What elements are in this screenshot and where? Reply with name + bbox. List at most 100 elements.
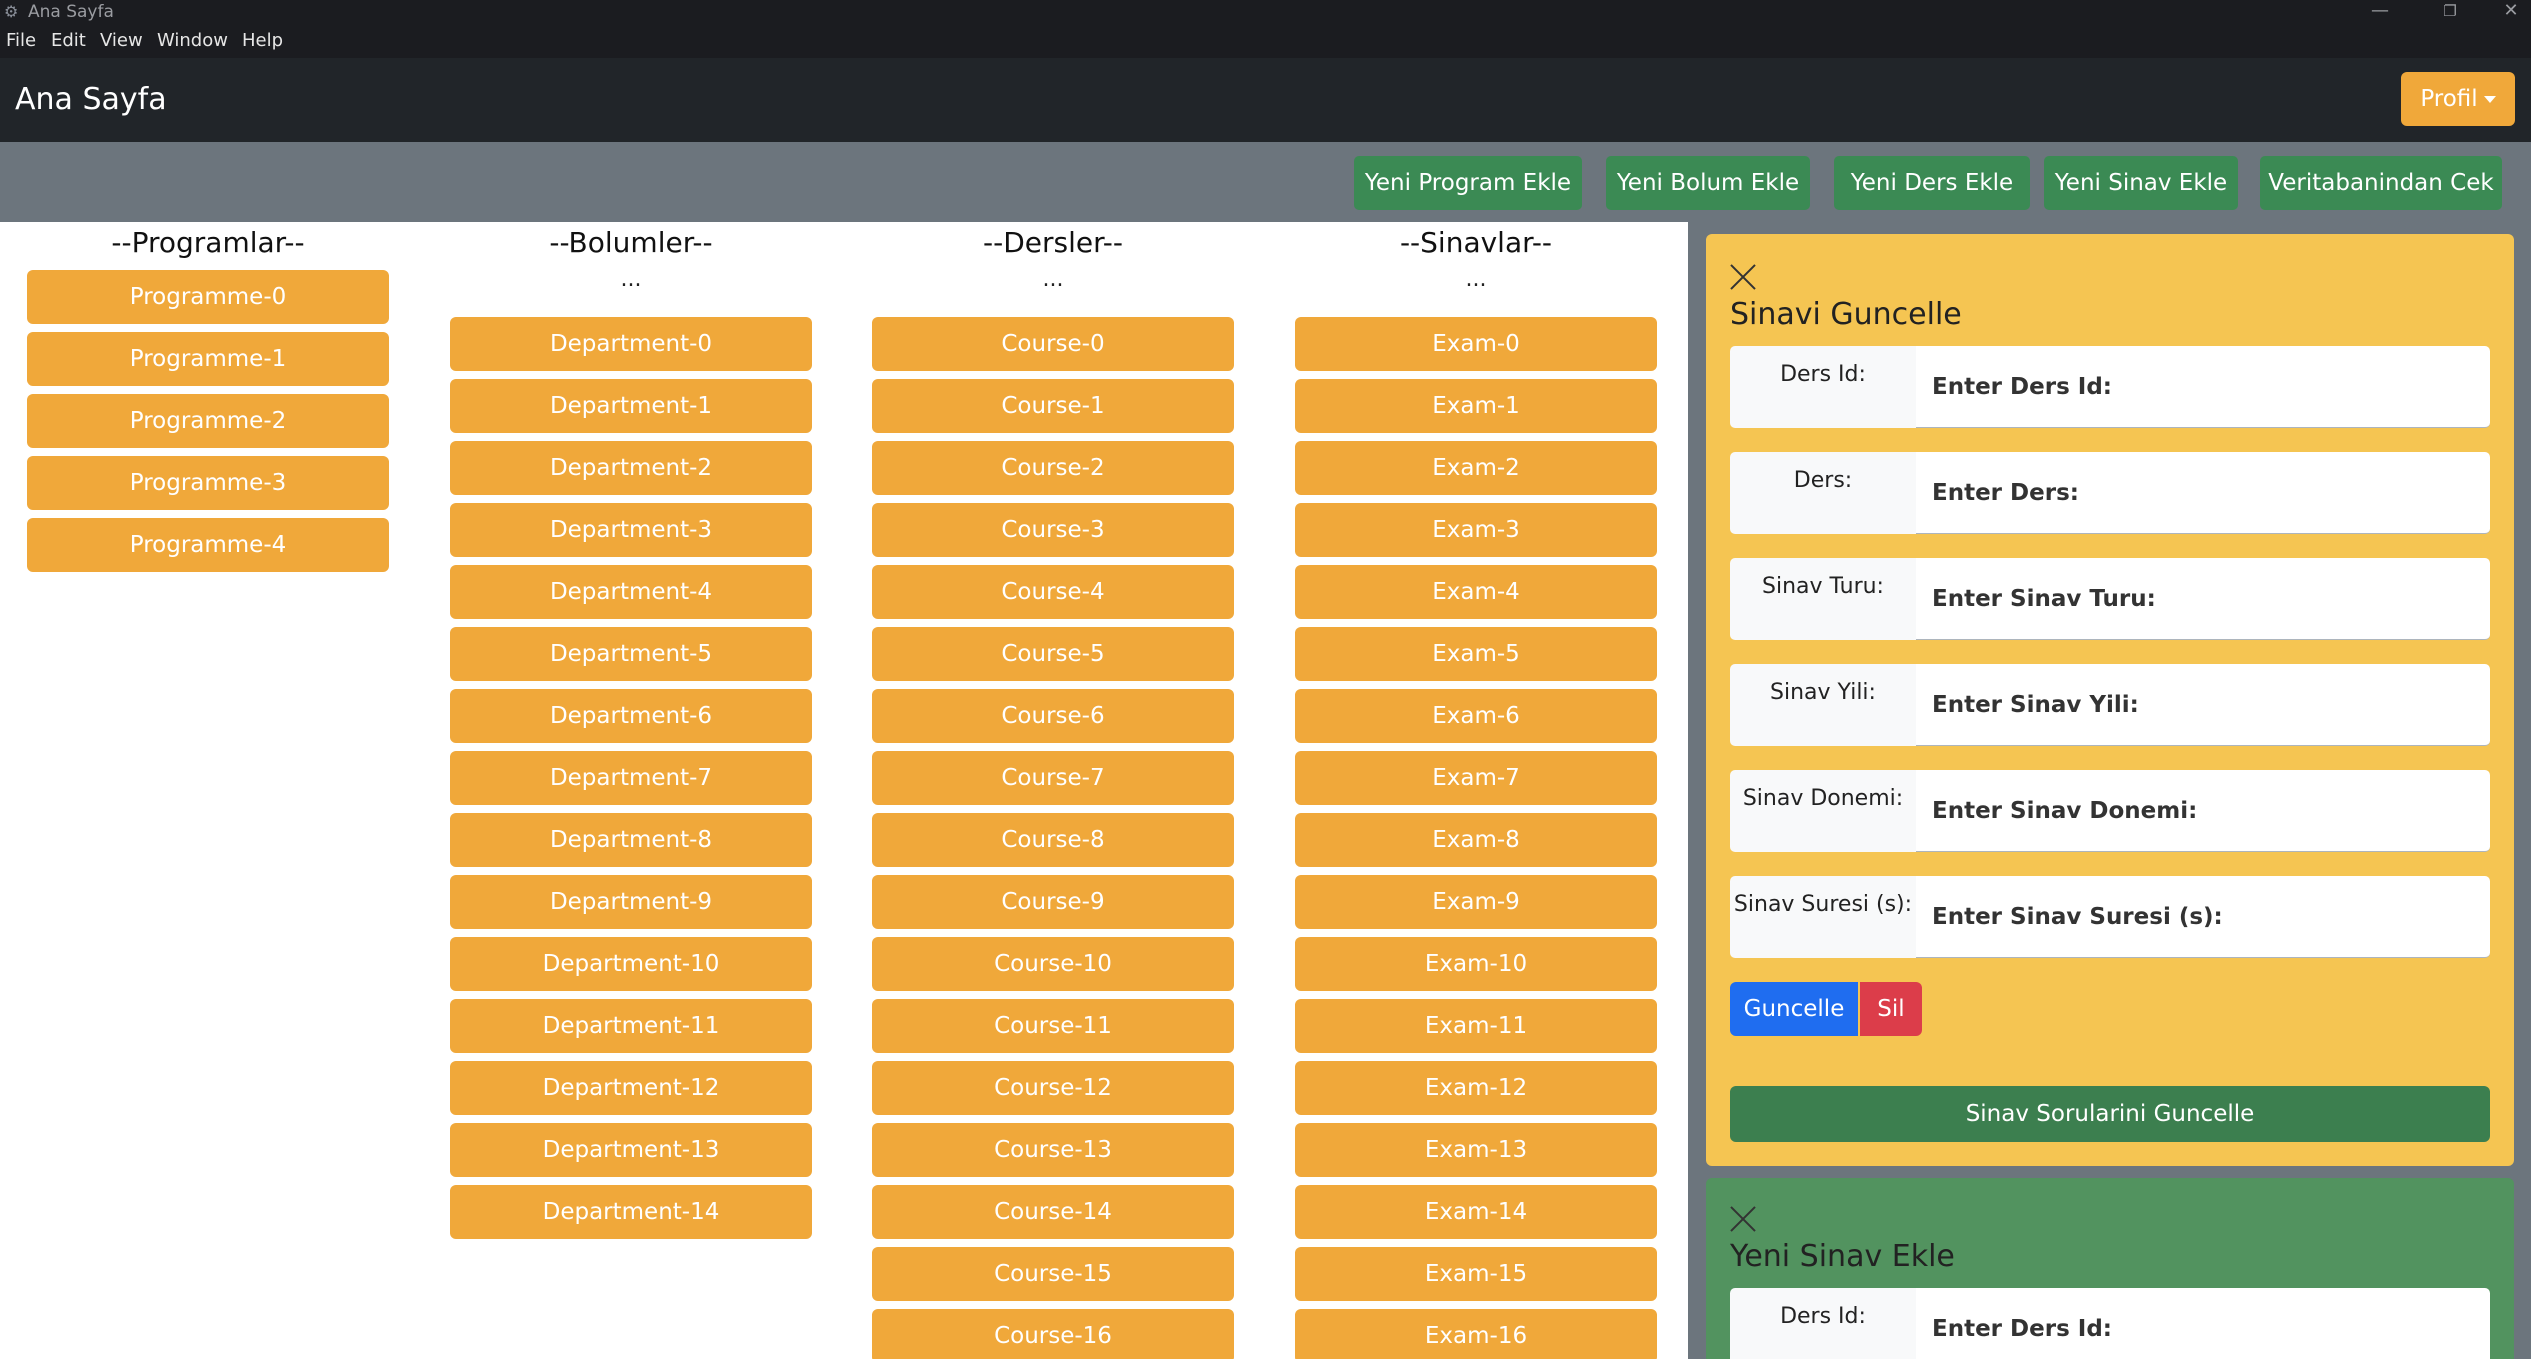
department-button[interactable]: Department-14 [450, 1185, 812, 1239]
department-button[interactable]: Department-0 [450, 317, 812, 371]
restore-button[interactable]: ❐ [2430, 0, 2470, 24]
close-icon[interactable] [1728, 1204, 1758, 1234]
exams-ellipsis: ... [1465, 267, 1487, 292]
exam-button[interactable]: Exam-16 [1295, 1309, 1657, 1359]
field-input[interactable] [1916, 664, 2490, 746]
close-icon[interactable] [1728, 262, 1758, 292]
exam-button[interactable]: Exam-7 [1295, 751, 1657, 805]
exams-column-title: --Sinavlar-- [1399, 226, 1553, 259]
course-button[interactable]: Course-3 [872, 503, 1234, 557]
exam-button[interactable]: Exam-10 [1295, 937, 1657, 991]
course-button[interactable]: Course-11 [872, 999, 1234, 1053]
course-button[interactable]: Course-4 [872, 565, 1234, 619]
program-button[interactable]: Programme-4 [27, 518, 389, 572]
profile-dropdown-button[interactable]: Profil [2401, 72, 2515, 126]
window-title: Ana Sayfa [28, 2, 114, 22]
form-field: Ders Id: [1730, 1288, 2490, 1359]
field-input[interactable] [1916, 876, 2490, 958]
add-exam-title: Yeni Sinav Ekle [1730, 1239, 1955, 1274]
course-button[interactable]: Course-10 [872, 937, 1234, 991]
exam-button[interactable]: Exam-12 [1295, 1061, 1657, 1115]
exam-button[interactable]: Exam-1 [1295, 379, 1657, 433]
field-input[interactable] [1916, 558, 2490, 640]
update-button[interactable]: Guncelle [1730, 982, 1858, 1036]
course-button[interactable]: Course-14 [872, 1185, 1234, 1239]
department-button[interactable]: Department-12 [450, 1061, 812, 1115]
app-icon: ⚙ [4, 2, 19, 21]
department-button[interactable]: Department-4 [450, 565, 812, 619]
program-button[interactable]: Programme-2 [27, 394, 389, 448]
add-exam-card: Yeni Sinav Ekle Ders Id: [1706, 1178, 2514, 1359]
department-button[interactable]: Department-11 [450, 999, 812, 1053]
course-button[interactable]: Course-16 [872, 1309, 1234, 1359]
exam-button[interactable]: Exam-14 [1295, 1185, 1657, 1239]
program-button[interactable]: Programme-0 [27, 270, 389, 324]
field-input[interactable] [1916, 1288, 2490, 1359]
field-label: Sinav Suresi (s): [1730, 876, 1916, 958]
course-button[interactable]: Course-7 [872, 751, 1234, 805]
navbar-brand[interactable]: Ana Sayfa [15, 80, 167, 120]
field-input[interactable] [1916, 770, 2490, 852]
exam-button[interactable]: Exam-6 [1295, 689, 1657, 743]
department-button[interactable]: Department-10 [450, 937, 812, 991]
exam-button[interactable]: Exam-11 [1295, 999, 1657, 1053]
field-input[interactable] [1916, 346, 2490, 428]
delete-button[interactable]: Sil [1860, 982, 1922, 1036]
menu-view[interactable]: View [100, 30, 143, 52]
menu-file[interactable]: File [6, 30, 36, 52]
programs-column-title: --Programlar-- [111, 226, 305, 259]
course-button[interactable]: Course-13 [872, 1123, 1234, 1177]
course-button[interactable]: Course-2 [872, 441, 1234, 495]
course-button[interactable]: Course-15 [872, 1247, 1234, 1301]
field-label: Sinav Yili: [1730, 664, 1916, 746]
course-button[interactable]: Course-1 [872, 379, 1234, 433]
program-button[interactable]: Programme-1 [27, 332, 389, 386]
department-button[interactable]: Department-9 [450, 875, 812, 929]
fetch-from-database-button[interactable]: Veritabanindan Cek [2260, 156, 2502, 210]
departments-column-title: --Bolumler-- [549, 226, 713, 259]
minimize-button[interactable]: — [2360, 0, 2400, 24]
exam-button[interactable]: Exam-0 [1295, 317, 1657, 371]
course-button[interactable]: Course-6 [872, 689, 1234, 743]
update-exam-card: Sinavi Guncelle Ders Id: Ders: Sinav Turu:… [1706, 234, 2514, 1166]
action-bar: Yeni Program Ekle Yeni Bolum Ekle Yeni D… [0, 142, 2531, 222]
department-button[interactable]: Department-2 [450, 441, 812, 495]
department-button[interactable]: Department-5 [450, 627, 812, 681]
exam-button[interactable]: Exam-3 [1295, 503, 1657, 557]
exam-button[interactable]: Exam-15 [1295, 1247, 1657, 1301]
department-button[interactable]: Department-3 [450, 503, 812, 557]
add-course-button[interactable]: Yeni Ders Ekle [1834, 156, 2030, 210]
menu-edit[interactable]: Edit [51, 30, 86, 52]
exam-button[interactable]: Exam-9 [1295, 875, 1657, 929]
menu-help[interactable]: Help [242, 30, 283, 52]
department-button[interactable]: Department-6 [450, 689, 812, 743]
form-field: Ders: [1730, 452, 2490, 534]
exam-button[interactable]: Exam-8 [1295, 813, 1657, 867]
update-exam-questions-button[interactable]: Sinav Sorularini Guncelle [1730, 1086, 2490, 1142]
department-button[interactable]: Department-1 [450, 379, 812, 433]
navbar: Ana Sayfa Profil [0, 58, 2531, 142]
exam-button[interactable]: Exam-13 [1295, 1123, 1657, 1177]
exam-button[interactable]: Exam-2 [1295, 441, 1657, 495]
field-input[interactable] [1916, 452, 2490, 534]
add-exam-button[interactable]: Yeni Sinav Ekle [2044, 156, 2238, 210]
field-label: Sinav Donemi: [1730, 770, 1916, 852]
department-button[interactable]: Department-13 [450, 1123, 812, 1177]
department-button[interactable]: Department-8 [450, 813, 812, 867]
exam-button[interactable]: Exam-4 [1295, 565, 1657, 619]
exam-button[interactable]: Exam-5 [1295, 627, 1657, 681]
course-button[interactable]: Course-0 [872, 317, 1234, 371]
course-button[interactable]: Course-5 [872, 627, 1234, 681]
program-button[interactable]: Programme-3 [27, 456, 389, 510]
department-button[interactable]: Department-7 [450, 751, 812, 805]
course-button[interactable]: Course-8 [872, 813, 1234, 867]
course-button[interactable]: Course-9 [872, 875, 1234, 929]
add-department-button[interactable]: Yeni Bolum Ekle [1606, 156, 1810, 210]
add-program-button[interactable]: Yeni Program Ekle [1354, 156, 1582, 210]
menu-window[interactable]: Window [157, 30, 228, 52]
close-window-button[interactable]: ✕ [2491, 0, 2531, 24]
form-field: Sinav Yili: [1730, 664, 2490, 746]
field-label: Ders Id: [1730, 1288, 1916, 1359]
courses-column-title: --Dersler-- [982, 226, 1124, 259]
course-button[interactable]: Course-12 [872, 1061, 1234, 1115]
